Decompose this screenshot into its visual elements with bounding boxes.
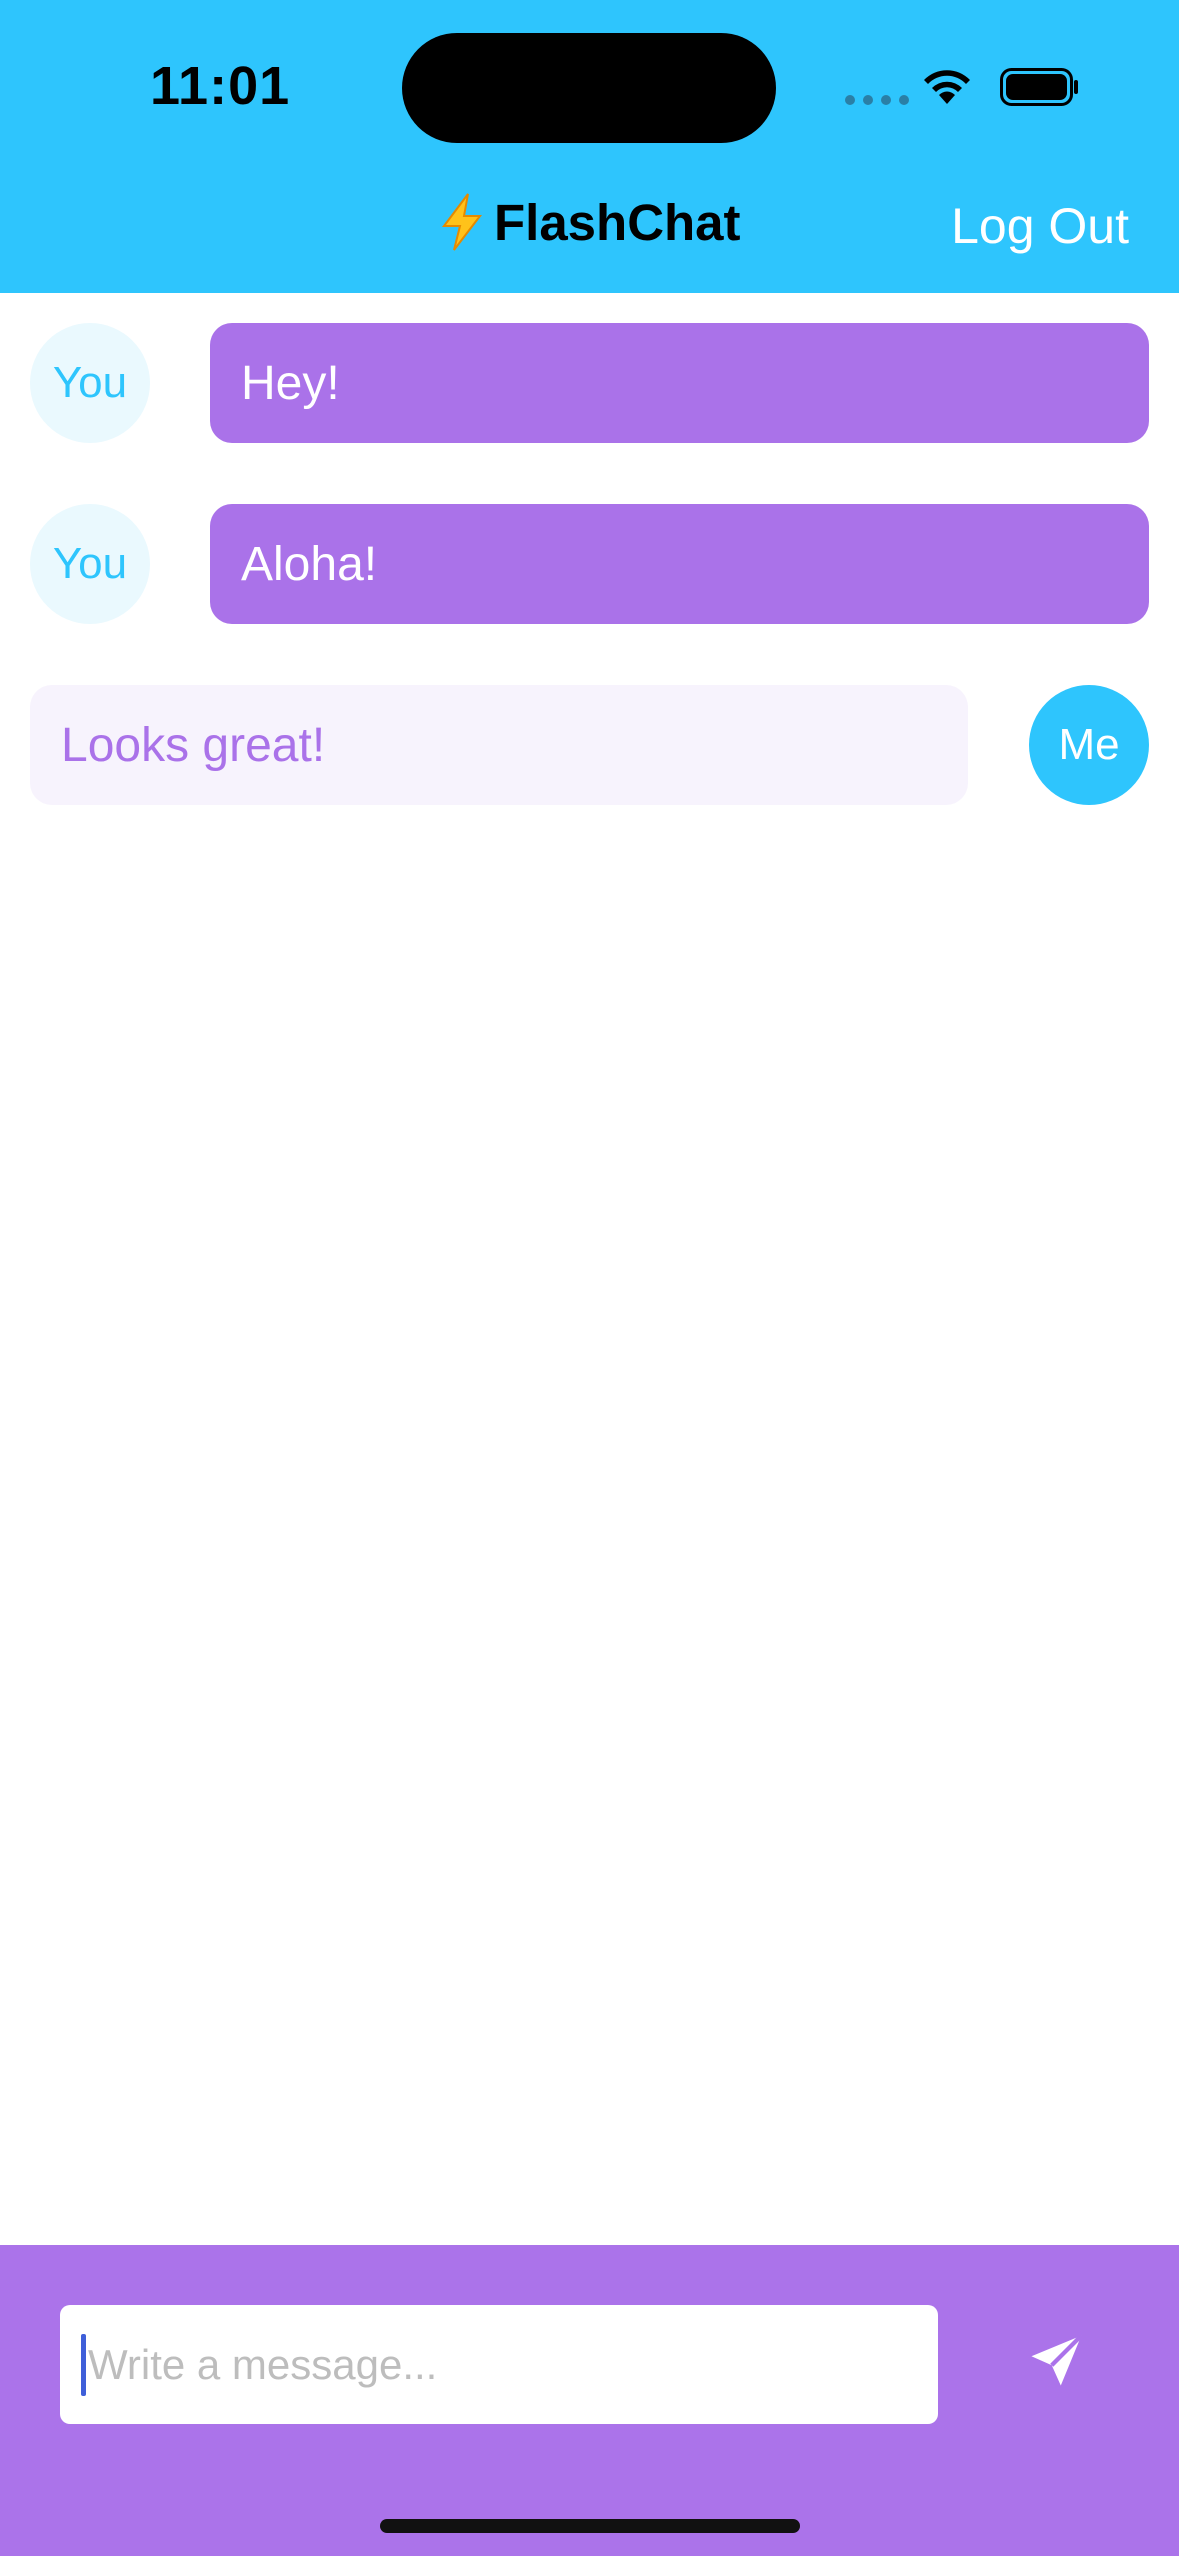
nav-header: 11:01 FlashChat Log Out bbox=[0, 0, 1179, 293]
message-row: Looks great! Me bbox=[0, 685, 1179, 805]
message-row: You Aloha! bbox=[0, 504, 1179, 624]
dynamic-island bbox=[402, 33, 776, 143]
app-title: FlashChat bbox=[438, 192, 741, 252]
message-bubble: Hey! bbox=[210, 323, 1149, 443]
sender-avatar: Me bbox=[1029, 685, 1149, 805]
message-bubble: Aloha! bbox=[210, 504, 1149, 624]
sender-avatar: You bbox=[30, 323, 150, 443]
status-time: 11:01 bbox=[150, 56, 291, 116]
app-title-text: FlashChat bbox=[494, 193, 741, 251]
composer-bar bbox=[0, 2245, 1179, 2556]
cellular-signal-icon bbox=[845, 95, 909, 105]
logout-button[interactable]: Log Out bbox=[951, 197, 1129, 255]
wifi-icon bbox=[924, 70, 970, 104]
battery-icon bbox=[1000, 68, 1078, 106]
message-input[interactable] bbox=[88, 2340, 908, 2389]
lightning-bolt-icon bbox=[442, 193, 483, 251]
message-row: You Hey! bbox=[0, 323, 1179, 443]
message-bubble: Looks great! bbox=[30, 685, 968, 805]
text-cursor bbox=[81, 2333, 86, 2396]
home-indicator bbox=[380, 2519, 800, 2533]
chat-screen: 11:01 FlashChat Log Out You Hey! You Alo… bbox=[0, 0, 1179, 2556]
message-input-container[interactable] bbox=[60, 2305, 938, 2424]
sender-avatar: You bbox=[30, 504, 150, 624]
paper-plane-icon[interactable] bbox=[1024, 2329, 1088, 2393]
